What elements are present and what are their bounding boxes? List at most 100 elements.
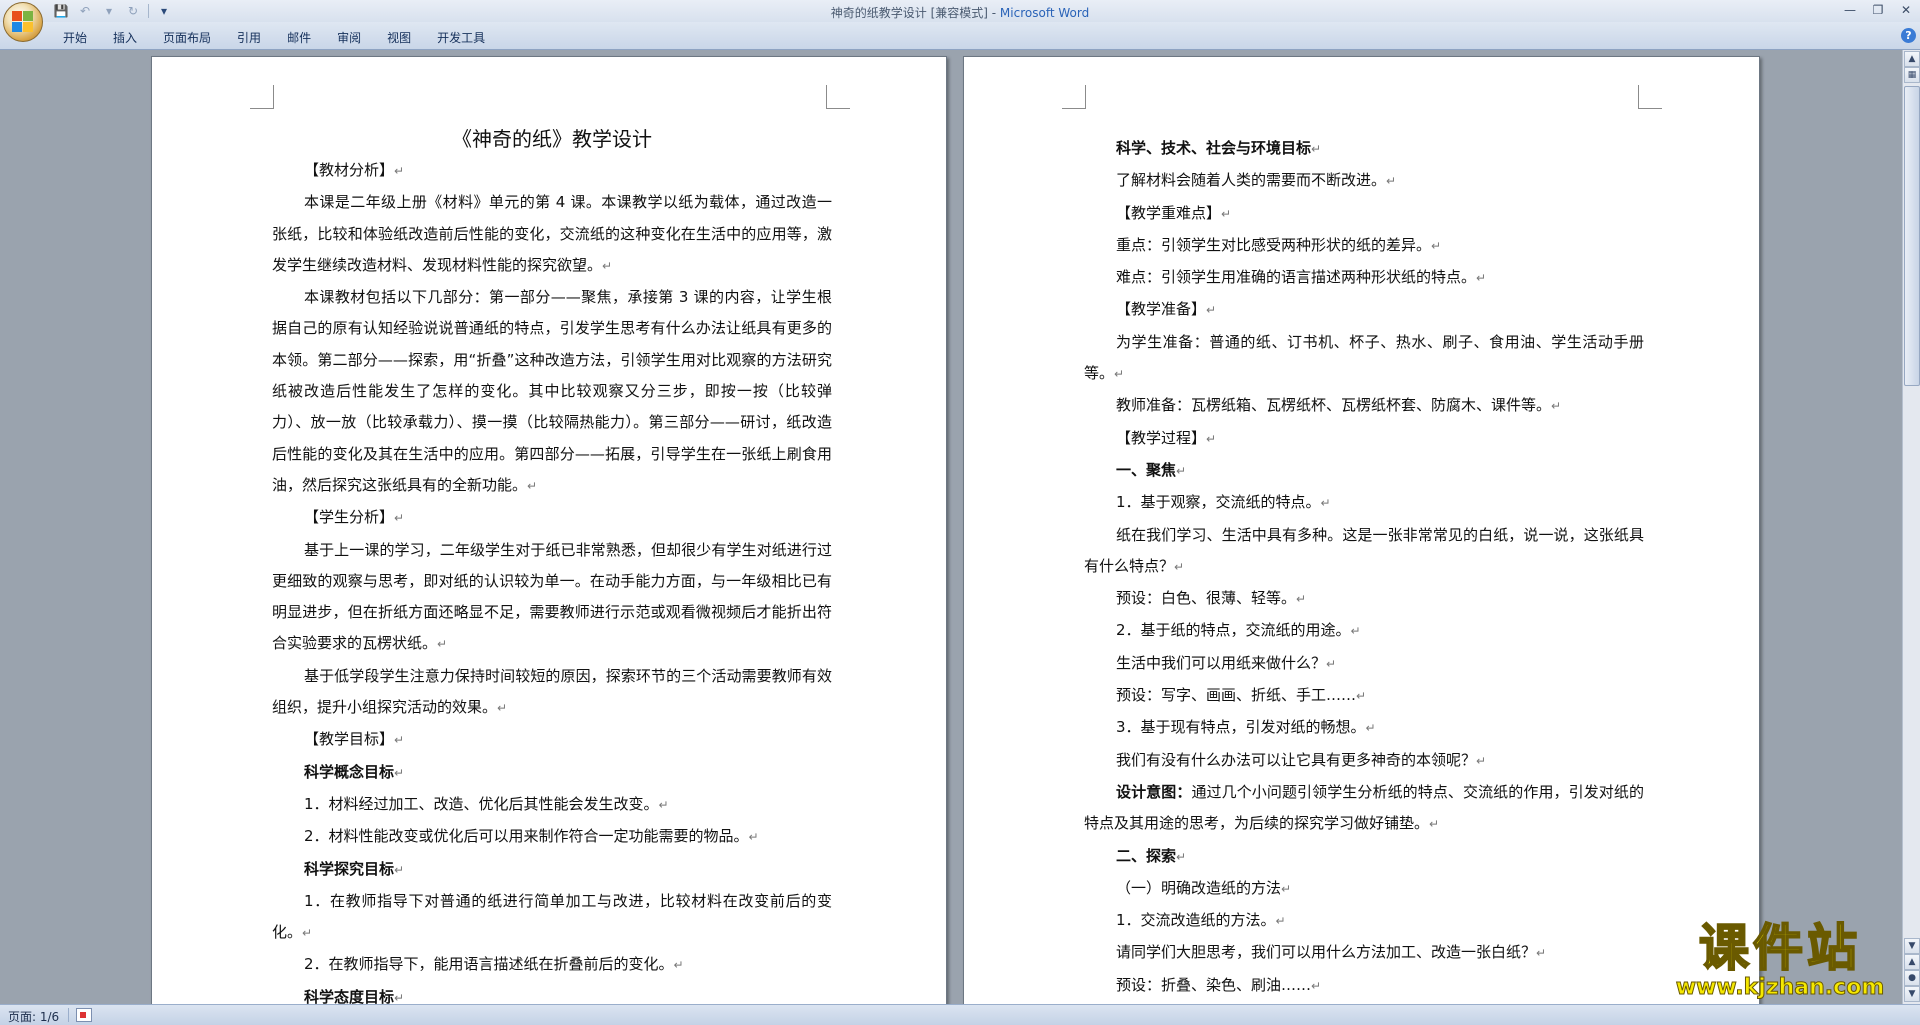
ribbon-tab[interactable]: 开发工具	[424, 29, 498, 47]
paragraph-mark-icon: ↵	[394, 765, 405, 780]
paragraph-mark-icon: ↵	[1296, 592, 1307, 607]
scroll-up-icon[interactable]: ▲	[1904, 51, 1920, 67]
crop-mark-top-right	[1638, 85, 1662, 109]
paragraph-text: 1．交流改造纸的方法。	[1116, 911, 1276, 930]
paragraph: 基于上一课的学习，二年级学生对于纸已非常熟悉，但却很少有学生对纸进行过更细致的观…	[272, 535, 832, 661]
paragraph-mark-icon: ↵	[1275, 914, 1286, 929]
paragraph: 本课是二年级上册《材料》单元的第 4 课。本课教学以纸为载体，通过改造一张纸，比…	[272, 187, 832, 282]
ribbon-tab[interactable]: 开始	[50, 29, 100, 47]
paragraph: 【教材分析】↵	[272, 155, 832, 187]
office-button[interactable]	[3, 2, 43, 42]
paragraph-mark-icon: ↵	[1476, 753, 1487, 768]
paragraph: 3．基于现有特点，引发对纸的畅想。↵	[1084, 712, 1644, 744]
paragraph-text: 【教学过程】	[1116, 428, 1207, 447]
paragraph: 1．基于观察，交流纸的特点。↵	[1084, 487, 1644, 519]
next-page-icon[interactable]: ▼	[1904, 986, 1920, 1002]
scroll-down-icon[interactable]: ▼	[1904, 938, 1920, 954]
paragraph-mark-icon: ↵	[1536, 946, 1547, 961]
paragraph-mark-icon: ↵	[602, 258, 613, 273]
paragraph-text: 2．材料性能改变或优化后可以用来制作符合一定功能需要的物品。	[304, 827, 749, 846]
ribbon-tab[interactable]: 插入	[100, 29, 150, 47]
paragraph-text: 我们有没有什么办法可以让它具有更多神奇的本领呢？	[1116, 750, 1477, 769]
window-title: 神奇的纸教学设计 [兼容模式] - Microsoft Word	[0, 4, 1920, 21]
paragraph: 1．材料经过加工、改造、优化后其性能会发生改变。↵	[272, 789, 832, 821]
page-count[interactable]: 页面: 1/6	[8, 1008, 59, 1025]
paragraph-mark-icon: ↵	[673, 958, 684, 973]
ribbon-tabs: 开始 插入 页面布局 引用 邮件 审阅 视图 开发工具	[50, 29, 498, 47]
restore-icon[interactable]: ❐	[1864, 0, 1892, 20]
paragraph-mark-icon: ↵	[437, 637, 448, 652]
paragraph: 为学生准备：普通的纸、订书机、杯子、热水、刷子、食用油、学生活动手册等。↵	[1084, 327, 1644, 391]
paragraph: 1．在教师指导下对普通的纸进行简单加工与改进，比较材料在改变前后的变化。↵	[272, 886, 832, 950]
paragraph-text: 【学生分析】	[304, 508, 395, 527]
paragraph: 【教学重难点】↵	[1084, 198, 1644, 230]
proofing-icon[interactable]	[76, 1008, 92, 1022]
paragraph-text: 基于低学段学生注意力保持时间较短的原因，探索环节的三个活动需要教师有效组织，提升…	[272, 666, 832, 717]
title-bar: 💾 ↶ ▾ ↻ ▾ 神奇的纸教学设计 [兼容模式] - Microsoft Wo…	[0, 0, 1920, 22]
paragraph-mark-icon: ↵	[302, 926, 313, 941]
paragraph-text: 难点：引领学生用准确的语言描述两种形状纸的特点。	[1116, 268, 1477, 287]
status-separator	[68, 1008, 69, 1022]
crop-mark-top-left	[1062, 85, 1086, 109]
paragraph-mark-icon: ↵	[1206, 431, 1217, 446]
paragraph: 2．基于纸的特点，交流纸的用途。↵	[1084, 615, 1644, 647]
minimize-icon[interactable]: —	[1836, 0, 1864, 20]
paragraph: 2．材料性能改变或优化后可以用来制作符合一定功能需要的物品。↵	[272, 821, 832, 853]
paragraph: 预设：白色、很薄、轻等。↵	[1084, 583, 1644, 615]
paragraph-text: 教师准备：瓦楞纸箱、瓦楞纸杯、瓦楞纸杯套、防腐木、课件等。	[1116, 396, 1552, 415]
paragraph: 纸在我们学习、生活中具有多种。这是一张非常常见的白纸，说一说，这张纸具有什么特点…	[1084, 520, 1644, 584]
paragraph-mark-icon: ↵	[1311, 142, 1322, 156]
ribbon-tab[interactable]: 页面布局	[150, 29, 224, 47]
paragraph: 【教学目标】↵	[272, 724, 832, 756]
help-icon[interactable]: ?	[1901, 28, 1916, 43]
scroll-thumb[interactable]	[1904, 86, 1920, 386]
paragraph: 【教学准备】↵	[1084, 294, 1644, 326]
paragraph: 难点：引领学生用准确的语言描述两种形状纸的特点。↵	[1084, 262, 1644, 294]
previous-page-icon[interactable]: ▲	[1904, 954, 1920, 970]
paragraph-mark-icon: ↵	[394, 733, 405, 748]
page-2-body: 科学、技术、社会与环境目标↵ 了解材料会随着人类的需要而不断改进。↵ 【教学重难点】…	[1084, 133, 1644, 1004]
paragraph-text: 3．基于现有特点，引发对纸的畅想。	[1116, 718, 1366, 737]
vertical-scrollbar[interactable]: ▲ ▦ ▼ ▲ ● ▼	[1902, 50, 1920, 1004]
paragraph: 2．在教师指导下，能用语言描述纸在折叠前后的变化。↵	[272, 949, 832, 981]
paragraph-text: 重点：引领学生对比感受两种形状的纸的差异。	[1116, 235, 1432, 254]
crop-mark-top-left	[250, 85, 274, 109]
paragraph-text: 纸在我们学习、生活中具有多种。这是一张非常常见的白纸，说一说，这张纸具有什么特点…	[1084, 525, 1644, 575]
paragraph-mark-icon: ↵	[1176, 849, 1187, 864]
close-icon[interactable]: ✕	[1892, 0, 1920, 20]
document-workspace[interactable]: 《神奇的纸》教学设计 【教材分析】↵ 本课是二年级上册《材料》单元的第 4 课。本…	[0, 50, 1902, 1004]
paragraph: 本课教材包括以下几部分：第一部分——聚焦，承接第 3 课的内容，让学生根据自己的…	[272, 282, 832, 502]
paragraph-mark-icon: ↵	[497, 701, 508, 716]
paragraph: 二、探索↵	[1084, 841, 1644, 873]
paragraph-mark-icon: ↵	[1356, 689, 1367, 704]
paragraph: 科学态度目标↵	[272, 982, 832, 1004]
paragraph-text: 本课教材包括以下几部分：第一部分——聚焦，承接第 3 课的内容，让学生根据自己的…	[272, 288, 832, 494]
ribbon-tab[interactable]: 审阅	[324, 29, 374, 47]
paragraph-mark-icon: ↵	[394, 990, 405, 1004]
paragraph-text: 一、聚焦	[1116, 460, 1177, 479]
page-1-body: 【教材分析】↵ 本课是二年级上册《材料》单元的第 4 课。本课教学以纸为载体，通过…	[272, 155, 832, 1004]
paragraph: 科学探究目标↵	[272, 854, 832, 886]
paragraph: 重点：引领学生对比感受两种形状的纸的差异。↵	[1084, 230, 1644, 262]
paragraph-text: 了解材料会随着人类的需要而不断改进。	[1116, 171, 1387, 190]
browse-object-icon[interactable]: ●	[1904, 970, 1920, 986]
ribbon-tab[interactable]: 视图	[374, 29, 424, 47]
paragraph-mark-icon: ↵	[1386, 174, 1397, 189]
paragraph-mark-icon: ↵	[394, 862, 405, 877]
ribbon-tab[interactable]: 邮件	[274, 29, 324, 47]
paragraph-mark-icon: ↵	[1551, 399, 1562, 414]
paragraph-text: 预设：写字、画画、折纸、手工……	[1116, 686, 1357, 705]
page-1[interactable]: 《神奇的纸》教学设计 【教材分析】↵ 本课是二年级上册《材料》单元的第 4 课。本…	[151, 56, 947, 1004]
paragraph: 我们有没有什么办法可以让它具有更多神奇的本领呢？↵	[1084, 745, 1644, 777]
paragraph-text: 2．在教师指导下，能用语言描述纸在折叠前后的变化。	[304, 955, 674, 974]
document-title: 神奇的纸教学设计 [兼容模式] -	[830, 6, 1000, 20]
ribbon-tab[interactable]: 引用	[224, 29, 274, 47]
paragraph: 【教学过程】↵	[1084, 423, 1644, 455]
ruler-toggle-icon[interactable]: ▦	[1904, 67, 1920, 83]
paragraph-text: 生活中我们可以用纸来做什么？	[1116, 653, 1327, 672]
paragraph-text: 请同学们大胆思考，我们可以用什么方法加工、改造一张白纸？	[1116, 943, 1537, 962]
paragraph-text: 二、探索	[1116, 846, 1177, 865]
window-controls: — ❐ ✕	[1836, 0, 1920, 20]
page-2[interactable]: 科学、技术、社会与环境目标↵ 了解材料会随着人类的需要而不断改进。↵ 【教学重难点】…	[963, 56, 1760, 1004]
office-logo-icon	[12, 11, 34, 33]
